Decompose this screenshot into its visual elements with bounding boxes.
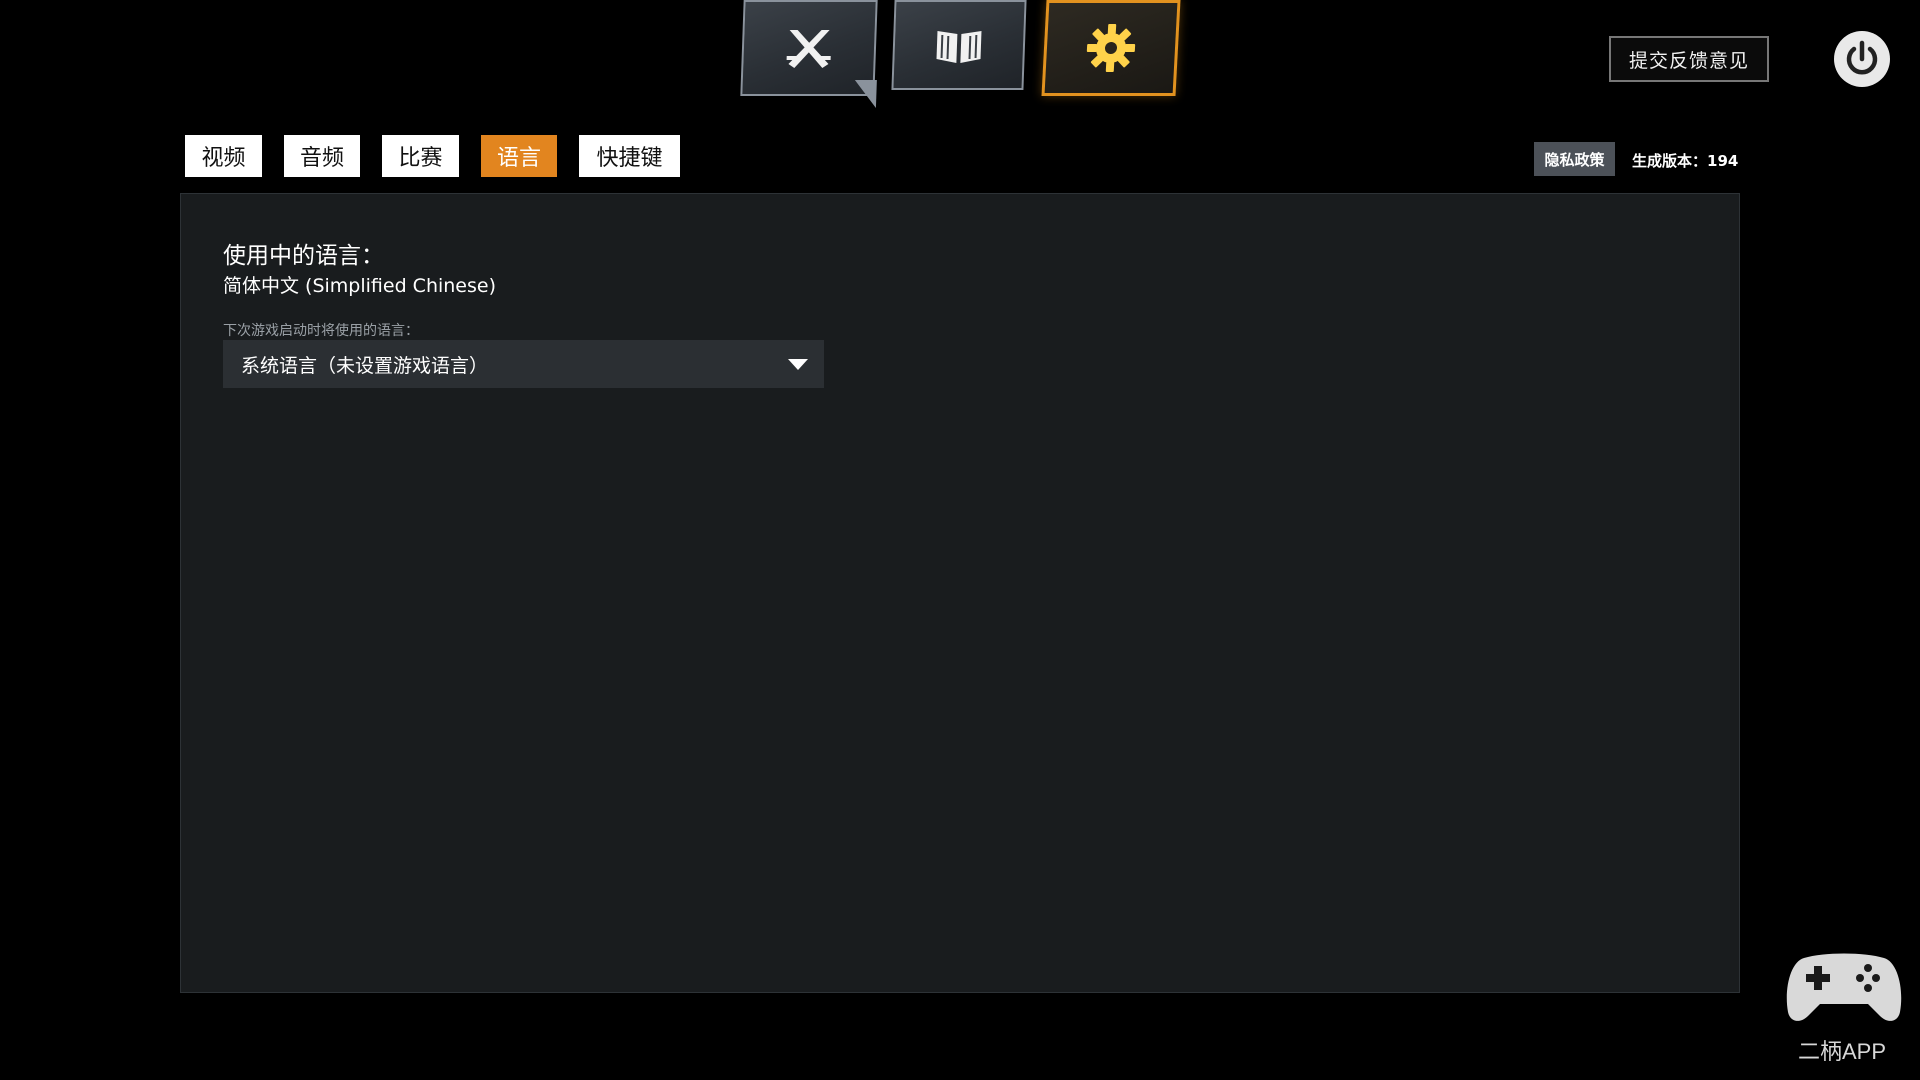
settings-screen: 提交反馈意见 视频 音频 比赛 语言 快捷键 隐私政策 生成版本：194 使用中… (0, 0, 1920, 1080)
feedback-button-label: 提交反馈意见 (1628, 49, 1749, 72)
tab-hotkeys-label: 快捷键 (596, 146, 663, 171)
chevron-down-icon (788, 359, 808, 370)
feedback-button[interactable]: 提交反馈意见 (1609, 36, 1769, 82)
tab-match[interactable]: 比赛 (382, 135, 459, 177)
nav-tile-settings[interactable] (1041, 0, 1181, 96)
current-language-value: 简体中文 (Simplified Chinese) (223, 275, 496, 297)
tab-video-label: 视频 (201, 146, 246, 171)
tab-language-label: 语言 (496, 146, 541, 171)
crossed-swords-icon (786, 30, 831, 68)
language-settings-panel (180, 193, 1740, 993)
tab-hotkeys[interactable]: 快捷键 (579, 135, 680, 177)
build-version: 生成版本：194 (1632, 152, 1739, 170)
nav-tile-library[interactable] (891, 0, 1027, 90)
current-language-label: 使用中的语言： (223, 243, 384, 269)
open-book-icon (936, 31, 982, 63)
tab-video[interactable]: 视频 (185, 135, 262, 177)
tab-audio-label: 音频 (299, 146, 344, 171)
watermark-text: 二柄APP (1798, 1039, 1887, 1064)
tile-notch (853, 80, 877, 108)
tab-audio[interactable]: 音频 (284, 135, 360, 177)
gear-icon (1086, 24, 1136, 72)
privacy-policy-button[interactable]: 隐私政策 (1534, 142, 1615, 176)
power-button[interactable] (1834, 31, 1890, 87)
tab-language[interactable]: 语言 (481, 135, 557, 177)
power-icon (1846, 40, 1878, 75)
tab-match-label: 比赛 (398, 146, 443, 171)
next-language-selected: 系统语言（未设置游戏语言） (241, 354, 489, 377)
privacy-policy-label: 隐私政策 (1544, 150, 1605, 169)
nav-tile-battle[interactable] (740, 0, 878, 108)
next-language-dropdown[interactable]: 系统语言（未设置游戏语言） (223, 340, 824, 388)
gamepad-icon (1786, 953, 1902, 1021)
next-language-label: 下次游戏启动时将使用的语言： (223, 323, 419, 339)
